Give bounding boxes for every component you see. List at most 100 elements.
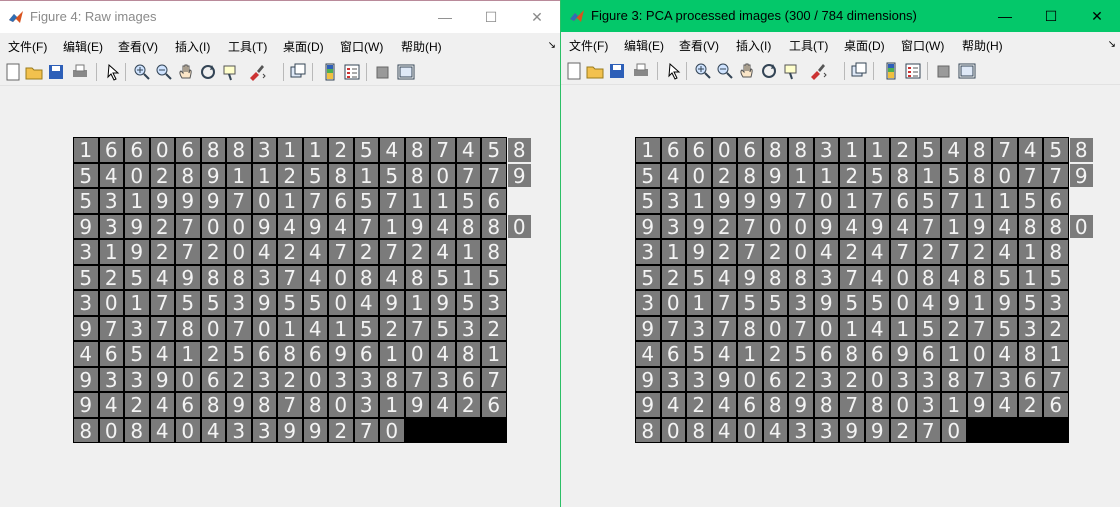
menu-overflow-icon[interactable]: ↘: [548, 40, 556, 51]
digit-image-cell: 8: [916, 265, 940, 289]
hide-plot-tools-icon[interactable]: [934, 61, 954, 81]
digit-image-cell: 3: [252, 367, 276, 391]
zoom-out-icon[interactable]: [154, 62, 174, 82]
zoom-in-icon[interactable]: [132, 62, 152, 82]
data-cursor-icon[interactable]: [221, 62, 241, 82]
print-icon[interactable]: [70, 62, 90, 82]
rotate-icon[interactable]: [198, 62, 218, 82]
figure-window-raw[interactable]: Figure 4: Raw images — ☐ ✕ 文件(F) 编辑(E) 查看(…: [0, 0, 560, 507]
digit-image-cell: 3: [456, 316, 480, 340]
menu-item[interactable]: 查看(V): [679, 37, 719, 54]
rotate-icon[interactable]: [759, 61, 779, 81]
digit-image-cell: 6: [201, 367, 225, 391]
pointer-icon[interactable]: [103, 62, 123, 82]
digit-image-cell: 6: [303, 342, 327, 366]
show-plot-tools-icon[interactable]: [396, 62, 416, 82]
maximize-button[interactable]: ☐: [1028, 0, 1074, 32]
menu-item[interactable]: 帮助(H): [401, 38, 442, 55]
digit-image-cell: 9: [865, 214, 889, 238]
toolbar-separator: [366, 63, 367, 81]
save-icon[interactable]: [607, 61, 627, 81]
brush-icon[interactable]: [246, 62, 266, 82]
digit-image-cell: 6: [763, 367, 787, 391]
digit-image-cell: 1: [74, 138, 98, 162]
open-icon[interactable]: [585, 61, 605, 81]
close-button[interactable]: ✕: [514, 1, 560, 33]
data-cursor-icon[interactable]: [782, 61, 802, 81]
legend-icon[interactable]: [903, 61, 923, 81]
show-plot-tools-icon[interactable]: [957, 61, 977, 81]
title-bar[interactable]: Figure 3: PCA processed images (300 / 78…: [561, 0, 1120, 32]
save-icon[interactable]: [46, 62, 66, 82]
menu-item[interactable]: 编辑(E): [63, 38, 103, 55]
menu-item[interactable]: 文件(F): [8, 38, 47, 55]
menu-item[interactable]: 帮助(H): [962, 37, 1003, 54]
menu-item[interactable]: 查看(V): [118, 38, 158, 55]
menu-item[interactable]: 工具(T): [228, 38, 267, 55]
digit-image-cell: 0: [99, 418, 123, 442]
digit-image-cell: 3: [125, 367, 149, 391]
digit-image-cell: 9: [687, 240, 711, 264]
menu-item[interactable]: 桌面(D): [283, 38, 324, 55]
matlab-logo-icon: [570, 10, 584, 22]
digit-image-cell: 9: [993, 291, 1017, 315]
pan-icon[interactable]: [176, 62, 196, 82]
link-icon[interactable]: [288, 62, 308, 82]
digit-image-cell: 9: [329, 342, 353, 366]
new-figure-icon[interactable]: [3, 62, 23, 82]
menu-overflow-icon[interactable]: ↘: [1108, 39, 1116, 50]
hide-plot-tools-icon[interactable]: [373, 62, 393, 82]
digit-image-cell: 9: [227, 393, 251, 417]
digit-image-cell: 5: [916, 138, 940, 162]
close-button[interactable]: ✕: [1074, 0, 1120, 32]
menu-item[interactable]: 插入(I): [175, 38, 210, 55]
digit-image-cell: 8: [482, 214, 506, 238]
zoom-in-icon[interactable]: [693, 61, 713, 81]
colorbar-icon[interactable]: [881, 61, 901, 81]
new-figure-icon[interactable]: [564, 61, 584, 81]
digit-image-cell: 7: [405, 316, 429, 340]
digit-image-cell: 1: [278, 138, 302, 162]
digit-image-cell: 3: [227, 418, 251, 442]
digit-image-cell: 4: [865, 240, 889, 264]
pan-icon[interactable]: [737, 61, 757, 81]
pointer-icon[interactable]: [664, 61, 684, 81]
minimize-button[interactable]: —: [422, 1, 468, 33]
digit-image-cell: 0: [891, 291, 915, 315]
menu-item[interactable]: 桌面(D): [844, 37, 885, 54]
link-icon[interactable]: [849, 61, 869, 81]
digit-image-cell: 2: [916, 240, 940, 264]
title-bar[interactable]: Figure 4: Raw images — ☐ ✕: [0, 1, 560, 33]
digit-image-cell: 7: [916, 418, 940, 442]
digit-image-cell: 4: [431, 342, 455, 366]
digit-image-cell: 7: [1044, 367, 1068, 391]
digit-image-cell: 0: [405, 342, 429, 366]
digit-image-cell: 1: [1044, 342, 1068, 366]
digit-image-cell: 9: [738, 189, 762, 213]
minimize-button[interactable]: —: [982, 0, 1028, 32]
figure-window-pca[interactable]: Figure 3: PCA processed images (300 / 78…: [560, 0, 1120, 507]
open-icon[interactable]: [24, 62, 44, 82]
menu-item[interactable]: 文件(F): [569, 37, 608, 54]
brush-icon[interactable]: [807, 61, 827, 81]
digit-image-cell: 9: [636, 393, 660, 417]
digit-image-cell: 5: [431, 316, 455, 340]
menu-item[interactable]: 工具(T): [789, 37, 828, 54]
menu-item[interactable]: 窗口(W): [901, 37, 944, 54]
zoom-out-icon[interactable]: [715, 61, 735, 81]
maximize-button[interactable]: ☐: [468, 1, 514, 33]
colorbar-icon[interactable]: [320, 62, 340, 82]
digit-image-cell: 3: [354, 393, 378, 417]
digit-image-cell: 5: [942, 163, 966, 187]
menu-item[interactable]: 编辑(E): [624, 37, 664, 54]
digit-image-cell: 6: [176, 393, 200, 417]
digit-image-cell: 7: [431, 138, 455, 162]
digit-image-cell: 0: [814, 316, 838, 340]
digit-image-cell: 8: [456, 342, 480, 366]
digit-image-cell: 6: [891, 189, 915, 213]
print-icon[interactable]: [631, 61, 651, 81]
menu-item[interactable]: 窗口(W): [340, 38, 383, 55]
menu-item[interactable]: 插入(I): [736, 37, 771, 54]
digit-image-cell: 9: [150, 367, 174, 391]
legend-icon[interactable]: [342, 62, 362, 82]
